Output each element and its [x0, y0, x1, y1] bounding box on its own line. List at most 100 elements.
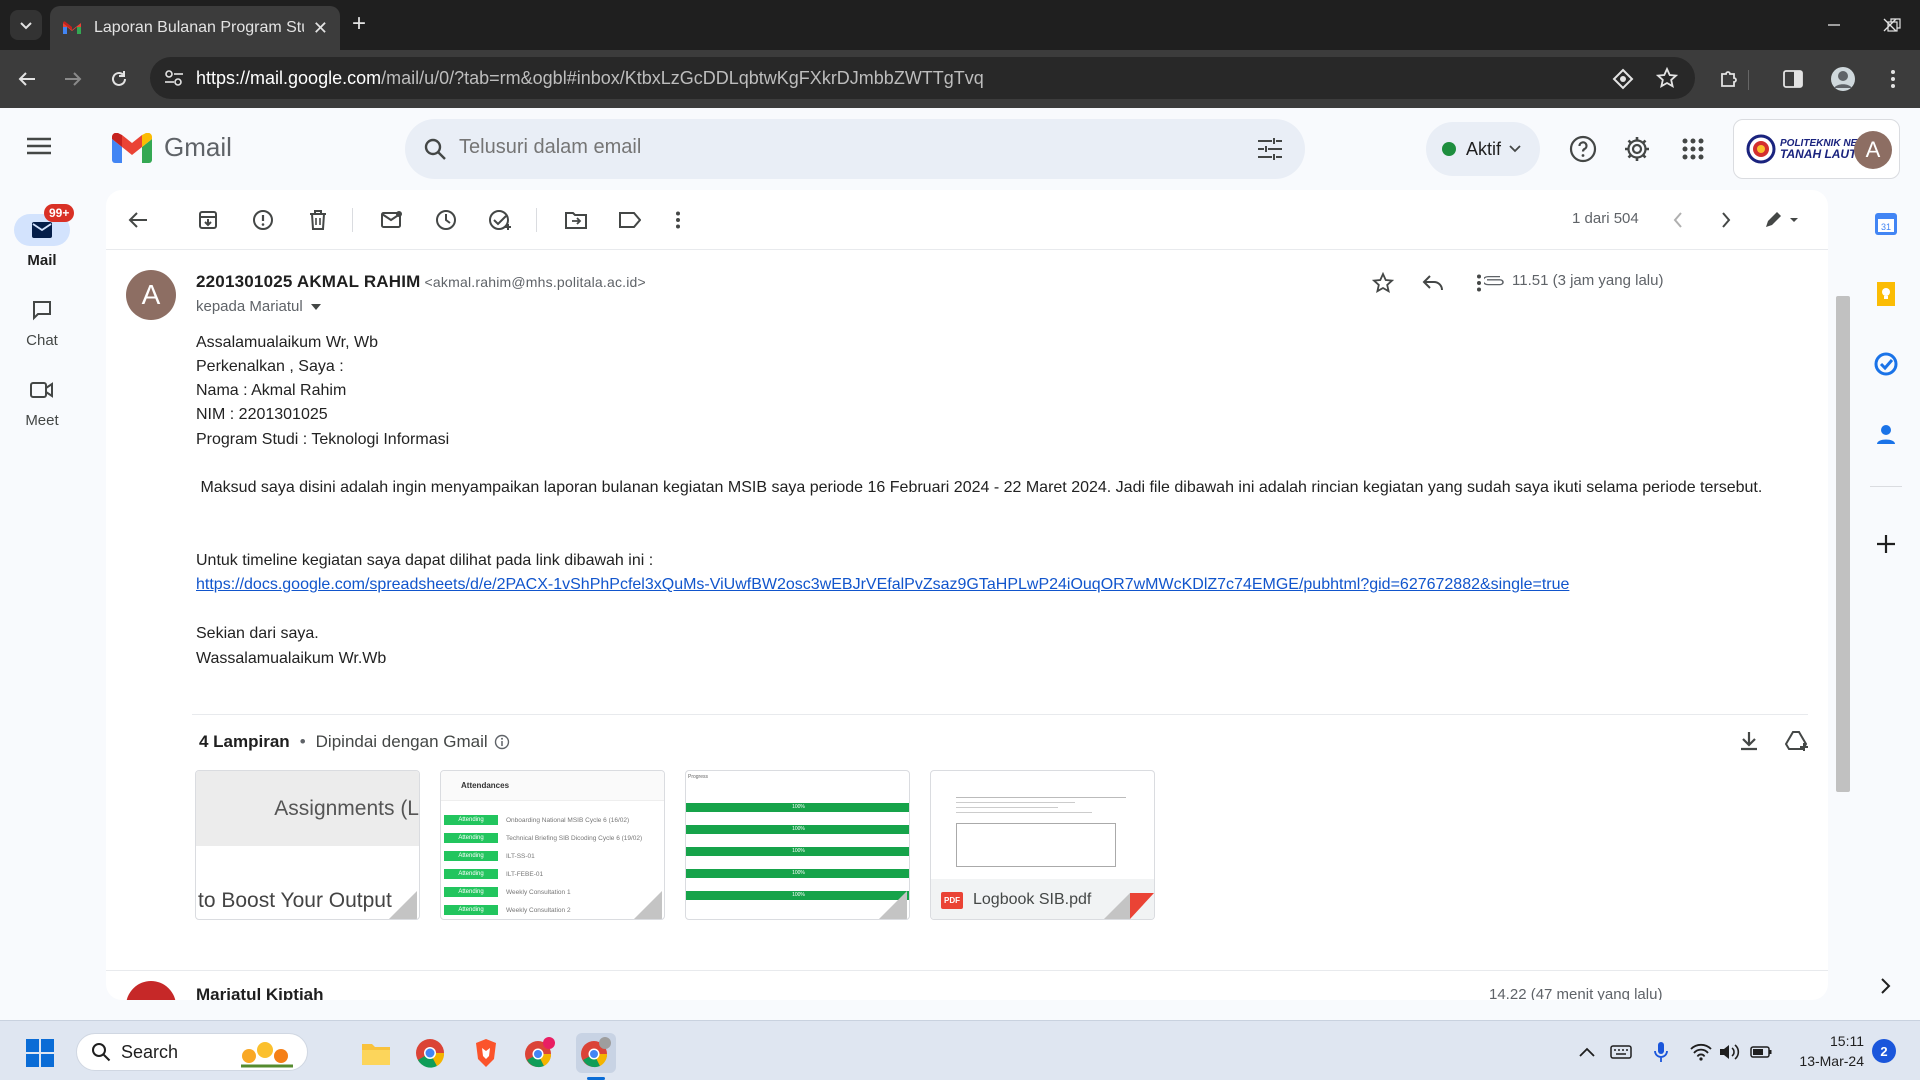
address-bar[interactable]: https://mail.google.com/mail/u/0/?tab=rm…	[150, 57, 1695, 99]
microphone-tray-button[interactable]	[1650, 1041, 1672, 1063]
chrome-app-button[interactable]	[410, 1033, 450, 1073]
search-icon	[92, 1043, 111, 1062]
taskbar-clock[interactable]: 15:11 13-Mar-24	[1790, 1031, 1864, 1071]
new-tab-button[interactable]: +	[352, 12, 366, 36]
attachment-card[interactable]: Assignments (L to Boost Your Output	[195, 770, 420, 920]
reply-button[interactable]	[1420, 270, 1446, 296]
taskbar-search[interactable]: Search	[76, 1033, 308, 1071]
chrome-menu-button[interactable]	[1880, 66, 1906, 92]
expand-side-panel-button[interactable]	[1870, 970, 1902, 1002]
gmail-logo[interactable]: Gmail	[112, 132, 232, 163]
clock-icon	[436, 210, 456, 230]
move-to-button[interactable]	[564, 208, 588, 232]
help-button[interactable]	[1568, 134, 1598, 164]
main-menu-button[interactable]	[26, 136, 56, 160]
back-to-inbox-button[interactable]	[126, 208, 150, 232]
progress-bar: 100%	[686, 847, 909, 856]
wifi-tray-button[interactable]	[1690, 1041, 1712, 1063]
next-message-row[interactable]: Mariatul Kiptiah 14.22 (47 menit yang la…	[106, 970, 1828, 1000]
timeline-link[interactable]: https://docs.google.com/spreadsheets/d/e…	[196, 576, 1569, 594]
keyboard-tray-button[interactable]	[1610, 1041, 1632, 1063]
snooze-button[interactable]	[434, 208, 458, 232]
attendance-row: Attending ILT-SS-01	[444, 851, 535, 861]
start-button[interactable]	[20, 1033, 60, 1073]
brave-app-button[interactable]	[466, 1033, 506, 1073]
apps-button[interactable]	[1678, 134, 1708, 164]
calendar-icon: 31	[1875, 213, 1897, 235]
download-all-button[interactable]	[1736, 728, 1762, 754]
more-actions-button[interactable]	[666, 208, 690, 232]
attending-badge: Attending	[444, 869, 498, 879]
account-switcher[interactable]: POLITEKNIK NEGERI TANAH LAUT A	[1733, 119, 1900, 179]
star-button[interactable]	[1370, 270, 1396, 296]
calendar-app-button[interactable]: 31	[1870, 208, 1902, 240]
sender-name[interactable]: 2201301025 AKMAL RAHIM <akmal.rahim@mhs.p…	[196, 272, 646, 292]
mail-pill: 99+	[14, 204, 75, 246]
back-button[interactable]	[14, 66, 40, 92]
message-more-button[interactable]	[1466, 270, 1492, 296]
add-to-tasks-button[interactable]	[488, 208, 512, 232]
report-spam-button[interactable]	[251, 208, 275, 232]
nav-mail[interactable]: 99+ Mail	[10, 204, 75, 269]
delete-button[interactable]	[306, 208, 330, 232]
scrollbar-thumb[interactable]	[1836, 296, 1850, 792]
archive-button[interactable]	[196, 208, 220, 232]
battery-tray-button[interactable]	[1750, 1041, 1772, 1063]
newer-button[interactable]	[1666, 208, 1690, 232]
labels-button[interactable]	[618, 208, 642, 232]
mail-icon	[32, 222, 52, 238]
side-panel-button[interactable]	[1780, 66, 1806, 92]
profile-button[interactable]	[1830, 66, 1856, 92]
politala-seal-icon	[1746, 134, 1776, 164]
minimize-button[interactable]	[1814, 10, 1854, 40]
show-hidden-icons-button[interactable]	[1576, 1041, 1598, 1063]
search-bar[interactable]	[405, 119, 1305, 179]
google-lens-icon	[1612, 68, 1634, 90]
contacts-app-button[interactable]	[1870, 418, 1902, 450]
attachment-card[interactable]: PDF Logbook SIB.pdf	[930, 770, 1155, 920]
page-fold-icon	[879, 891, 907, 919]
chrome-profile-app-button[interactable]	[520, 1033, 560, 1073]
tab-search-button[interactable]	[10, 10, 42, 40]
star-icon	[1372, 272, 1394, 293]
windows-logo-icon	[26, 1039, 54, 1067]
browser-tab[interactable]: Laporan Bulanan Program Studi ✕	[50, 6, 340, 50]
attachments-header: 4 Lampiran • Dipindai dengan Gmail	[199, 732, 510, 752]
attachment-card[interactable]: Progress 100% 100% 100% 100% 100%	[685, 770, 910, 920]
mark-unread-button[interactable]	[380, 208, 404, 232]
close-tab-icon[interactable]: ✕	[313, 18, 328, 39]
account-avatar[interactable]: A	[1854, 131, 1892, 169]
attachment-preview-title: Progress	[688, 774, 709, 780]
gmail-favicon-icon	[63, 21, 81, 34]
get-addons-button[interactable]	[1870, 528, 1902, 560]
settings-button[interactable]	[1622, 134, 1652, 164]
older-button[interactable]	[1714, 208, 1738, 232]
arrow-right-icon	[65, 72, 82, 86]
attendance-event: Technical Briefing SIB Dicoding Cycle 6 …	[506, 834, 643, 842]
notification-badge[interactable]: 2	[1872, 1039, 1896, 1063]
page-fold-icon	[389, 891, 417, 919]
nav-mail-label: Mail	[27, 252, 57, 269]
volume-tray-button[interactable]	[1718, 1041, 1740, 1063]
status-selector[interactable]: Aktif	[1426, 122, 1540, 176]
tasks-app-button[interactable]	[1870, 348, 1902, 380]
extensions-button[interactable]	[1716, 66, 1742, 92]
close-window-button[interactable]	[1870, 10, 1910, 40]
keep-app-button[interactable]	[1870, 278, 1902, 310]
sender-avatar[interactable]: A	[126, 270, 176, 320]
file-explorer-button[interactable]	[356, 1033, 396, 1073]
save-to-drive-button[interactable]	[1784, 728, 1810, 754]
recipient-line[interactable]: kepada Mariatul	[196, 298, 321, 315]
nav-chat[interactable]: Chat	[10, 294, 74, 349]
attachments-divider	[192, 714, 1808, 715]
reload-button[interactable]	[106, 66, 132, 92]
scan-label: Dipindai dengan Gmail	[315, 732, 488, 751]
progress-bar: 100%	[686, 825, 909, 834]
attendance-row: Attending Onboarding National MSIB Cycle …	[444, 815, 629, 825]
search-input[interactable]	[459, 136, 1219, 159]
attachment-card[interactable]: Attendances Attending Onboarding National…	[440, 770, 665, 920]
nav-meet[interactable]: Meet	[10, 374, 74, 429]
chrome-active-app-button[interactable]	[576, 1033, 616, 1073]
input-tools-button[interactable]	[1762, 208, 1802, 232]
forward-button[interactable]	[60, 66, 86, 92]
